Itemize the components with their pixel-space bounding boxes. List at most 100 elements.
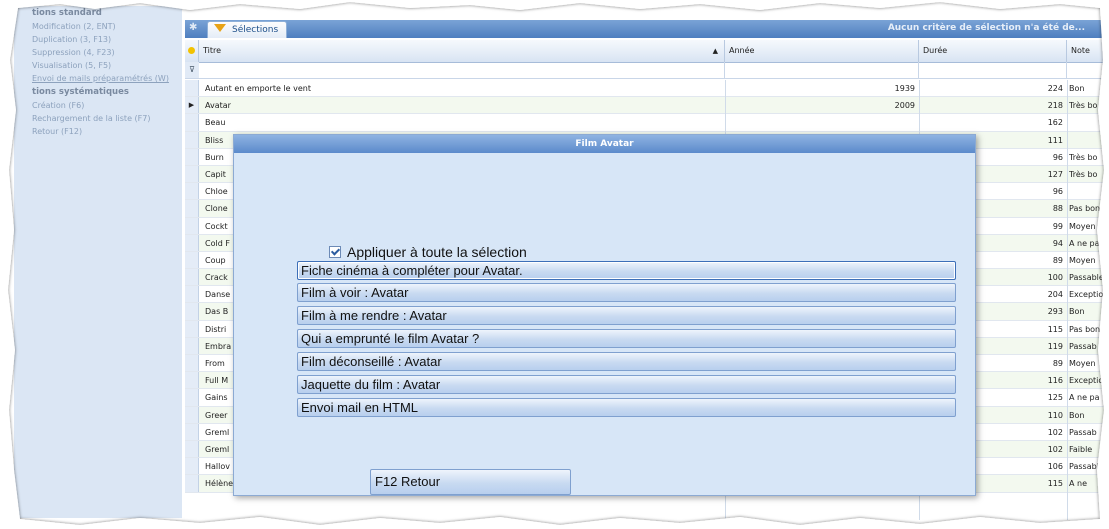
- tab-selections[interactable]: Sélections: [207, 21, 288, 38]
- cell-note: Passable: [1069, 462, 1104, 472]
- column-header-title[interactable]: Titre ▲: [199, 40, 725, 62]
- cell-note: Bon: [1069, 410, 1085, 420]
- cell-note: Très bo: [1069, 152, 1098, 162]
- table-row[interactable]: Autant en emporte le vent 1939 224 Bon: [185, 80, 1105, 98]
- fiche-cinema-button[interactable]: Fiche cinéma à compléter pour Avatar.: [297, 261, 956, 280]
- cell-note: Passab: [1069, 427, 1097, 437]
- row-indicator[interactable]: [185, 475, 199, 492]
- filter-row[interactable]: ⊽: [185, 62, 1105, 79]
- cell-note: Pas bon: [1069, 324, 1101, 334]
- action-modification[interactable]: Modification (2, ENT): [14, 20, 182, 33]
- row-indicator[interactable]: [185, 372, 199, 389]
- selection-status: Aucun critère de sélection n'a été de...: [887, 23, 1085, 33]
- section-systematic-heading: tions systématiques: [32, 87, 129, 97]
- cell-title: Beau: [205, 118, 226, 128]
- grid-header: Titre ▲ Année Durée Note: [185, 40, 1107, 63]
- film-a-voir-button[interactable]: Film à voir : Avatar: [297, 283, 956, 302]
- apply-all-checkbox-row[interactable]: Appliquer à toute la sélection: [329, 244, 527, 260]
- actions-panel: tions standard Modification (2, ENT) Dup…: [14, 6, 182, 518]
- qui-a-emprunte-button[interactable]: Qui a emprunté le film Avatar ?: [297, 329, 956, 348]
- bulb-icon: [188, 47, 195, 54]
- row-indicator[interactable]: [185, 80, 199, 97]
- cell-note: Moyen: [1069, 221, 1096, 231]
- cell-note: Bon: [1069, 84, 1085, 93]
- filter-title-cell[interactable]: [199, 62, 725, 78]
- row-indicator[interactable]: [185, 440, 199, 458]
- cell-note: Moyen: [1069, 255, 1096, 265]
- column-divider: [1067, 80, 1068, 520]
- row-indicator[interactable]: [185, 389, 199, 406]
- row-indicator[interactable]: [185, 217, 199, 234]
- cell-duration: 224: [1047, 84, 1063, 93]
- cell-duration: 218: [1047, 101, 1063, 111]
- action-suppression[interactable]: Suppression (4, F23): [14, 46, 182, 59]
- action-duplication[interactable]: Duplication (3, F13): [14, 33, 182, 46]
- row-indicator[interactable]: [185, 200, 199, 217]
- cell-title: Autant en emporte le vent: [205, 84, 311, 93]
- jaquette-button[interactable]: Jaquette du film : Avatar: [297, 375, 956, 394]
- cell-note: Exceptio: [1069, 376, 1104, 386]
- row-indicator[interactable]: ▶: [185, 97, 199, 114]
- tab-selections-label: Sélections: [232, 25, 279, 35]
- action-creation[interactable]: Création (F6): [14, 99, 182, 112]
- cell-note: A ne pas: [1069, 238, 1104, 248]
- pin-icon[interactable]: ✱: [189, 22, 203, 36]
- tab-bar: ✱ Sélections Aucun critère de sélection …: [185, 20, 1105, 38]
- cell-note: Faible: [1069, 444, 1093, 454]
- filter-row-icon: ⊽: [185, 62, 199, 78]
- column-note-label: Note: [1071, 46, 1090, 55]
- column-header-year[interactable]: Année: [725, 40, 919, 62]
- cell-note: A ne pa: [1069, 393, 1100, 403]
- row-indicator[interactable]: [185, 286, 199, 303]
- column-header-duration[interactable]: Durée: [919, 40, 1067, 62]
- row-indicator[interactable]: [185, 269, 199, 286]
- header-indicator: [185, 40, 199, 62]
- film-dialog: Film Avatar Appliquer à toute la sélecti…: [233, 134, 976, 496]
- column-year-label: Année: [729, 46, 755, 55]
- film-deconseille-button[interactable]: Film déconseillé : Avatar: [297, 352, 956, 371]
- action-visualisation[interactable]: Visualisation (5, F5): [14, 59, 182, 72]
- envoi-mail-html-button[interactable]: Envoi mail en HTML: [297, 398, 956, 417]
- cell-note: Très bo: [1069, 101, 1098, 111]
- return-button[interactable]: F12 Retour: [370, 469, 571, 495]
- row-indicator[interactable]: [185, 183, 199, 200]
- row-indicator[interactable]: [185, 251, 199, 269]
- section-standard-heading: tions standard: [32, 8, 102, 18]
- action-rechargement[interactable]: Rechargement de la liste (F7): [14, 112, 182, 125]
- cell-note: Passable: [1069, 273, 1104, 283]
- row-indicator[interactable]: [185, 458, 199, 475]
- row-indicator[interactable]: [185, 355, 199, 372]
- cell-note: Moyen: [1069, 359, 1096, 368]
- row-indicator[interactable]: [185, 165, 199, 183]
- row-indicator[interactable]: [185, 406, 199, 423]
- filter-duration-cell[interactable]: [919, 62, 1067, 78]
- row-indicator[interactable]: [185, 148, 199, 165]
- row-indicator[interactable]: [185, 337, 199, 354]
- apply-all-checkbox[interactable]: [329, 246, 341, 259]
- action-envoi-mails[interactable]: Envoi de mails préparamétrés (W): [14, 72, 182, 85]
- cell-note: Pas bon: [1069, 204, 1101, 214]
- row-indicator[interactable]: [185, 131, 199, 148]
- sort-asc-icon: ▲: [712, 47, 718, 55]
- cell-year: 2009: [894, 101, 915, 111]
- row-indicator[interactable]: [185, 320, 199, 337]
- dialog-title: Film Avatar: [234, 135, 975, 153]
- action-retour[interactable]: Retour (F12): [14, 125, 182, 138]
- column-header-note[interactable]: Note: [1067, 40, 1107, 62]
- apply-all-label: Appliquer à toute la sélection: [347, 244, 527, 260]
- cell-note: Très bo: [1069, 169, 1098, 179]
- row-indicator[interactable]: [185, 423, 199, 440]
- table-row[interactable]: ▶ Avatar 2009 218 Très bo: [185, 97, 1105, 115]
- cell-year: 1939: [894, 84, 915, 93]
- filter-year-cell[interactable]: [725, 62, 919, 78]
- row-indicator[interactable]: [185, 234, 199, 251]
- cell-title: Avatar: [205, 101, 231, 111]
- row-indicator[interactable]: [185, 303, 199, 320]
- cell-note: Passab: [1069, 341, 1097, 351]
- filter-icon: [214, 24, 226, 32]
- cell-note: Exceptio: [1069, 290, 1104, 300]
- row-indicator[interactable]: [185, 114, 199, 131]
- table-row[interactable]: Beau 162: [185, 114, 1105, 132]
- cell-note: Bon: [1069, 307, 1085, 317]
- film-a-rendre-button[interactable]: Film à me rendre : Avatar: [297, 306, 956, 325]
